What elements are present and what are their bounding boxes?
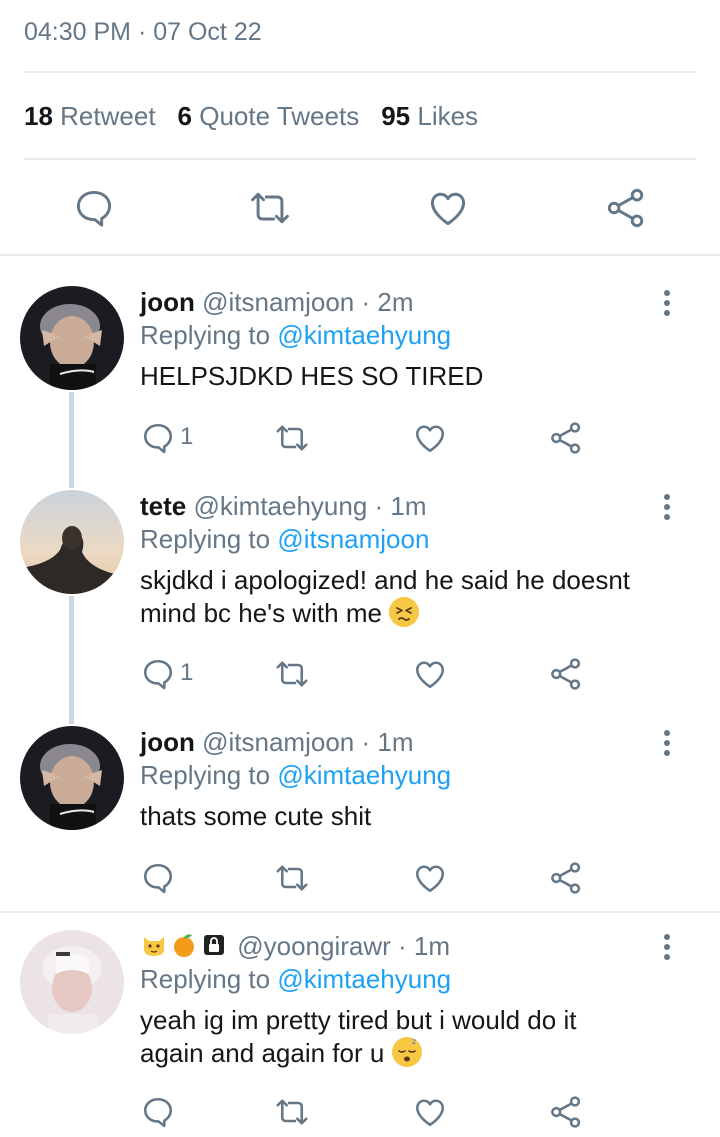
thread-line bbox=[69, 392, 74, 488]
tweet-timestamp: 04:30 PM · 07 Oct 22 bbox=[24, 18, 262, 46]
reply-text: HELPSJDKD HES SO TIRED bbox=[140, 361, 484, 391]
svg-text:z: z bbox=[412, 1037, 416, 1046]
replying-to-handle[interactable]: @kimtaehyung bbox=[277, 760, 451, 790]
persevering-face-emoji bbox=[389, 597, 420, 627]
tweet-action-bar bbox=[0, 186, 720, 232]
reply-count: 1 bbox=[180, 659, 194, 686]
reply-time: · 1m bbox=[398, 931, 451, 961]
share-icon[interactable] bbox=[548, 860, 584, 896]
reply-body: joon @itsnamjoon · 2m Replying to @kimta… bbox=[140, 286, 660, 393]
retweet-icon[interactable] bbox=[274, 860, 310, 896]
divider bbox=[0, 254, 720, 256]
reply-action-bar: 1 bbox=[140, 420, 600, 460]
user-handle[interactable]: @itsnamjoon bbox=[202, 287, 354, 317]
like-icon[interactable] bbox=[412, 656, 448, 692]
reply-body: tete @kimtaehyung · 1m Replying to @itsn… bbox=[140, 490, 660, 630]
more-options-icon[interactable] bbox=[656, 290, 678, 320]
reply-text-line: skjdkd i apologized! and he said he does… bbox=[140, 565, 631, 595]
display-name[interactable]: joon bbox=[140, 727, 195, 757]
cat-face-emoji bbox=[140, 931, 168, 959]
likes-stat[interactable]: 95 Likes bbox=[381, 101, 478, 131]
more-options-icon[interactable] bbox=[656, 934, 678, 964]
reply-icon[interactable] bbox=[140, 1094, 176, 1130]
reply-icon[interactable] bbox=[140, 420, 176, 456]
replying-to-label: Replying to bbox=[140, 760, 271, 790]
share-icon[interactable] bbox=[548, 656, 584, 692]
display-name[interactable]: joon bbox=[140, 287, 195, 317]
replying-to-handle[interactable]: @kimtaehyung bbox=[277, 964, 451, 994]
reply-count: 1 bbox=[180, 423, 194, 450]
replying-to-label: Replying to bbox=[140, 964, 271, 994]
sleeping-face-emoji: z bbox=[391, 1037, 422, 1067]
quote-tweets-label: Quote Tweets bbox=[199, 101, 360, 131]
quote-tweets-stat[interactable]: 6 Quote Tweets bbox=[178, 101, 360, 131]
retweet-label: Retweet bbox=[60, 101, 156, 131]
like-icon[interactable] bbox=[412, 420, 448, 456]
replying-to-handle[interactable]: @kimtaehyung bbox=[277, 320, 451, 350]
replying-to: Replying to @kimtaehyung bbox=[140, 962, 660, 996]
retweet-icon[interactable] bbox=[248, 186, 292, 230]
replying-to-label: Replying to bbox=[140, 320, 271, 350]
retweet-stat[interactable]: 18 Retweet bbox=[24, 101, 156, 131]
reply-header: joon @itsnamjoon · 1m bbox=[140, 726, 660, 758]
share-icon[interactable] bbox=[548, 1094, 584, 1130]
reply-body: @yoongirawr · 1m Replying to @kimtaehyun… bbox=[140, 930, 660, 1070]
retweet-icon[interactable] bbox=[274, 420, 310, 456]
divider bbox=[24, 71, 696, 73]
like-icon[interactable] bbox=[412, 1094, 448, 1130]
quote-tweets-count: 6 bbox=[177, 101, 193, 131]
user-handle[interactable]: @kimtaehyung bbox=[193, 491, 367, 521]
reply-header: @yoongirawr · 1m bbox=[140, 930, 660, 962]
replying-to: Replying to @kimtaehyung bbox=[140, 758, 660, 792]
reply-icon[interactable] bbox=[72, 186, 116, 230]
like-icon[interactable] bbox=[412, 860, 448, 896]
reply-body: joon @itsnamjoon · 1m Replying to @kimta… bbox=[140, 726, 660, 833]
retweet-icon[interactable] bbox=[274, 1094, 310, 1130]
user-handle[interactable]: @itsnamjoon bbox=[202, 727, 354, 757]
likes-label: Likes bbox=[417, 101, 479, 131]
avatar[interactable] bbox=[20, 286, 124, 390]
replying-to-label: Replying to bbox=[140, 524, 271, 554]
reply-text-line: mind bc he's with me bbox=[140, 598, 382, 628]
thread-line bbox=[69, 596, 74, 724]
reply-text: thats some cute shit bbox=[140, 801, 372, 831]
tangerine-emoji bbox=[170, 931, 198, 959]
reply-header: tete @kimtaehyung · 1m bbox=[140, 490, 660, 522]
reply-text-line: again and again for u bbox=[140, 1038, 385, 1068]
replying-to: Replying to @kimtaehyung bbox=[140, 318, 660, 352]
user-handle[interactable]: @yoongirawr bbox=[237, 931, 391, 961]
reply-text: skjdkd i apologized! and he said he does… bbox=[140, 564, 660, 630]
retweet-icon[interactable] bbox=[274, 656, 310, 692]
share-icon[interactable] bbox=[548, 420, 584, 456]
divider bbox=[24, 158, 696, 160]
replying-to: Replying to @itsnamjoon bbox=[140, 522, 660, 556]
reply-action-bar: 1 bbox=[140, 656, 600, 696]
tweet-stats: 18 Retweet 6 Quote Tweets 95 Likes bbox=[24, 101, 478, 132]
lock-emoji bbox=[200, 931, 228, 959]
reply-icon[interactable] bbox=[140, 860, 176, 896]
share-icon[interactable] bbox=[604, 186, 648, 230]
more-options-icon[interactable] bbox=[656, 494, 678, 524]
reply-time: · 1m bbox=[374, 491, 427, 521]
reply-time: · 2m bbox=[361, 287, 414, 317]
replying-to-handle[interactable]: @itsnamjoon bbox=[277, 524, 429, 554]
reply-time: · 1m bbox=[361, 727, 414, 757]
reply-header: joon @itsnamjoon · 2m bbox=[140, 286, 660, 318]
reply-icon[interactable] bbox=[140, 656, 176, 692]
likes-count: 95 bbox=[381, 101, 411, 131]
reply-action-bar bbox=[140, 1094, 600, 1134]
avatar[interactable] bbox=[20, 726, 124, 830]
avatar[interactable] bbox=[20, 930, 124, 1034]
more-options-icon[interactable] bbox=[656, 730, 678, 760]
reply-action-bar bbox=[140, 860, 600, 900]
display-name[interactable]: tete bbox=[140, 491, 186, 521]
retweet-count: 18 bbox=[24, 101, 53, 131]
like-icon[interactable] bbox=[426, 186, 470, 230]
avatar[interactable] bbox=[20, 490, 124, 594]
reply-text-line: yeah ig im pretty tired but i would do i… bbox=[140, 1005, 577, 1035]
divider bbox=[0, 911, 720, 913]
reply-text: yeah ig im pretty tired but i would do i… bbox=[140, 1004, 660, 1070]
